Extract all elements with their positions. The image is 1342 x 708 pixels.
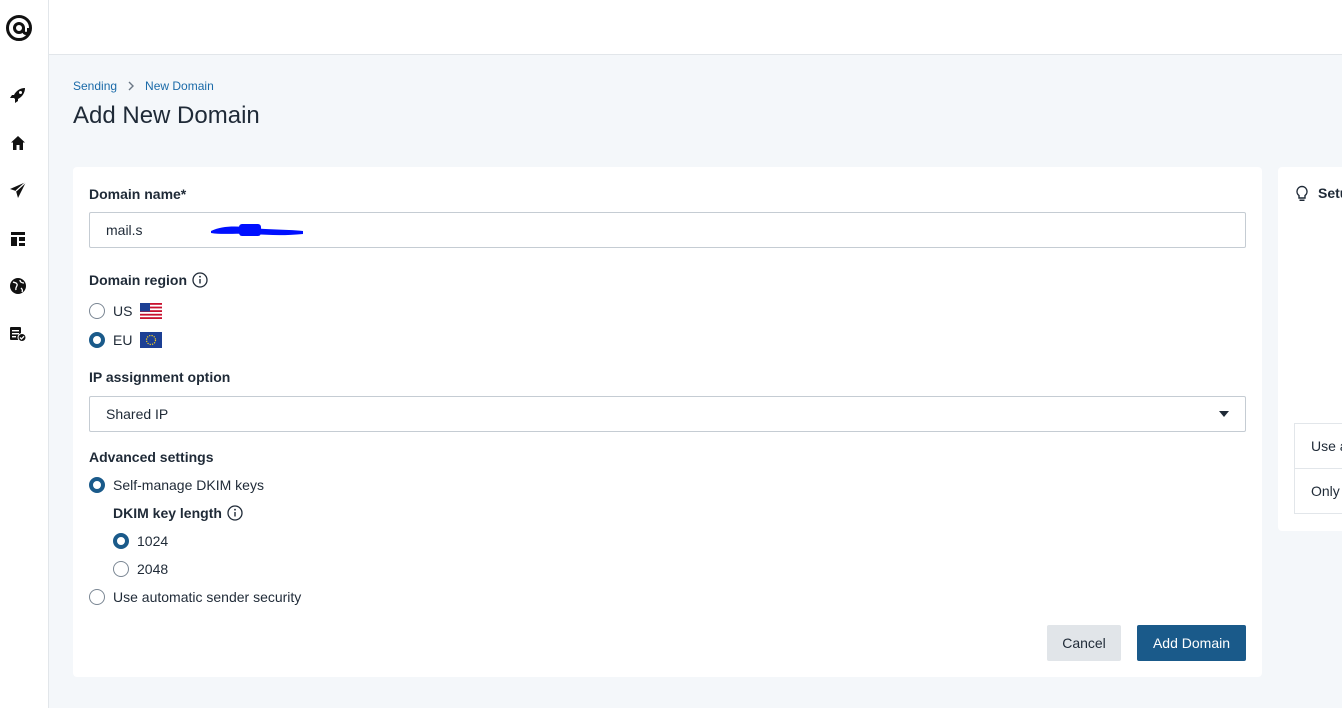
chevron-right-icon	[125, 80, 137, 92]
side-panel-row: Use a	[1311, 438, 1342, 454]
ip-assignment-label: IP assignment option	[89, 369, 231, 385]
top-bar	[49, 0, 1342, 55]
globe-icon[interactable]	[8, 276, 28, 296]
side-panel-row: Only	[1311, 483, 1340, 499]
add-domain-form: Domain name* Domain region US EU	[73, 167, 1262, 677]
ip-assignment-select[interactable]: Shared IP	[89, 396, 1246, 432]
redaction-mark	[211, 224, 303, 236]
domain-region-label: Domain region	[89, 272, 208, 288]
breadcrumb-sending[interactable]: Sending	[73, 79, 117, 93]
setup-side-panel: Setu Use a Only	[1278, 167, 1342, 531]
home-icon[interactable]	[8, 133, 28, 153]
breadcrumb-new-domain[interactable]: New Domain	[145, 79, 214, 93]
info-icon[interactable]	[227, 505, 243, 521]
region-us-radio[interactable]	[89, 303, 105, 319]
rocket-icon[interactable]	[8, 85, 28, 105]
page-title: Add New Domain	[73, 102, 260, 129]
divider	[1295, 468, 1342, 469]
cancel-button[interactable]: Cancel	[1047, 625, 1121, 661]
region-option-us[interactable]: US	[89, 303, 163, 319]
checklist-icon[interactable]	[8, 324, 28, 344]
dkim-length-1024-option[interactable]: 1024	[113, 533, 168, 549]
dkim-length-2048-option[interactable]: 2048	[113, 561, 168, 577]
advanced-settings-label: Advanced settings	[89, 449, 214, 465]
lightbulb-icon	[1296, 185, 1308, 201]
at-sign-logo-icon[interactable]	[5, 14, 33, 42]
breadcrumb: Sending New Domain	[73, 79, 214, 93]
add-domain-button[interactable]: Add Domain	[1137, 625, 1246, 661]
self-manage-dkim-radio[interactable]	[89, 477, 105, 493]
caret-down-icon	[1219, 411, 1229, 417]
us-flag-icon	[140, 303, 163, 319]
automatic-sender-security-radio[interactable]	[89, 589, 105, 605]
self-manage-dkim-option[interactable]: Self-manage DKIM keys	[89, 477, 264, 493]
send-icon[interactable]	[8, 180, 28, 200]
dashboard-icon[interactable]	[8, 229, 28, 249]
side-panel-title: Setu	[1318, 185, 1342, 201]
region-eu-radio[interactable]	[89, 332, 105, 348]
region-option-eu[interactable]: EU	[89, 332, 163, 348]
domain-name-label: Domain name*	[89, 186, 187, 202]
info-icon[interactable]	[192, 272, 208, 288]
dkim-1024-radio[interactable]	[113, 533, 129, 549]
eu-flag-icon	[140, 332, 163, 348]
dkim-2048-radio[interactable]	[113, 561, 129, 577]
dkim-key-length-label: DKIM key length	[113, 505, 243, 521]
side-panel-list: Use a Only	[1294, 423, 1342, 514]
ip-assignment-value: Shared IP	[106, 406, 169, 422]
sidebar	[0, 0, 49, 708]
automatic-sender-security-option[interactable]: Use automatic sender security	[89, 589, 301, 605]
